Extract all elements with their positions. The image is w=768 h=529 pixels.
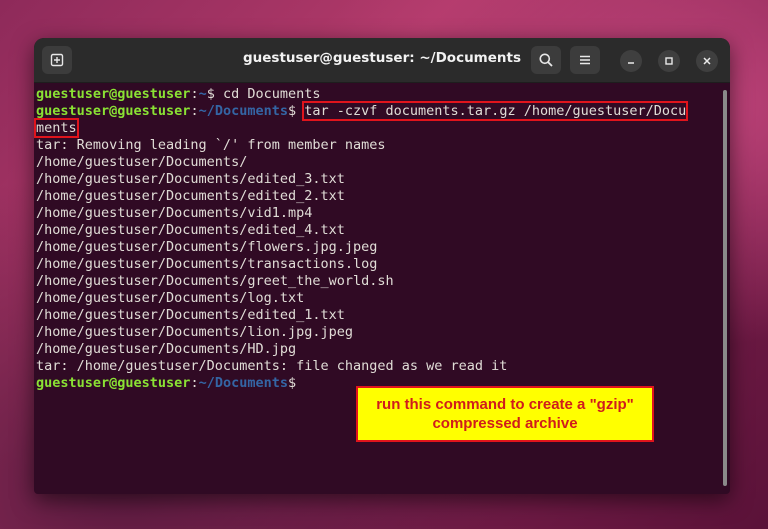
close-icon — [703, 57, 711, 65]
search-button[interactable] — [531, 46, 561, 74]
terminal-line: ments — [34, 118, 720, 138]
output-line: /home/guestuser/Documents/lion.jpg.jpeg — [36, 324, 353, 340]
hamburger-menu-icon — [580, 55, 590, 65]
output-line: /home/guestuser/Documents/edited_1.txt — [36, 307, 345, 323]
prompt-dollar: $ — [287, 103, 305, 119]
prompt-path: ~ — [198, 86, 207, 102]
maximize-icon — [665, 57, 673, 65]
prompt-user: guestuser@guestuser — [36, 375, 191, 391]
maximize-button[interactable] — [658, 50, 680, 72]
prompt-user: guestuser@guestuser — [36, 86, 191, 102]
output-line: /home/guestuser/Documents/edited_3.txt — [36, 171, 345, 187]
tar-command-highlight: tar -czvf documents.tar.gz /home/guestus… — [302, 101, 689, 121]
terminal-line: guestuser@guestuser:~$ cd Documents — [36, 86, 321, 102]
command-text: $ cd Documents — [206, 86, 321, 102]
output-line: /home/guestuser/Documents/HD.jpg — [36, 341, 297, 357]
close-button[interactable] — [696, 50, 718, 72]
output-line: tar: Removing leading `/' from member na… — [36, 137, 386, 153]
output-line: /home/guestuser/Documents/transactions.l… — [36, 256, 378, 272]
prompt-user: guestuser@guestuser — [36, 103, 191, 119]
output-line: tar: /home/guestuser/Documents: file cha… — [36, 358, 508, 374]
minimize-icon — [628, 62, 634, 64]
menu-button[interactable] — [570, 46, 600, 74]
scrollbar[interactable] — [723, 90, 727, 486]
prompt-dollar: $ — [287, 375, 297, 391]
prompt-path: ~/Documents — [198, 103, 288, 119]
annotation-callout: run this command to create a "gzip" comp… — [356, 386, 654, 442]
callout-line-2: compressed archive — [432, 415, 578, 432]
minimize-button[interactable] — [620, 50, 642, 72]
output-line: /home/guestuser/Documents/log.txt — [36, 290, 305, 306]
title-bar: guestuser@guestuser: ~/Documents — [34, 38, 730, 83]
output-line: /home/guestuser/Documents/vid1.mp4 — [36, 205, 313, 221]
output-line: /home/guestuser/Documents/greet_the_worl… — [36, 273, 394, 289]
tar-command-highlight-wrap: ments — [34, 118, 79, 138]
callout-line-1: run this command to create a "gzip" — [376, 396, 634, 413]
output-line: /home/guestuser/Documents/edited_2.txt — [36, 188, 345, 204]
output-line: /home/guestuser/Documents/edited_4.txt — [36, 222, 345, 238]
terminal-line: guestuser@guestuser:~/Documents$ tar -cz… — [36, 101, 689, 121]
search-icon — [539, 53, 553, 67]
output-line: /home/guestuser/Documents/flowers.jpg.jp… — [36, 239, 378, 255]
prompt-path: ~/Documents — [198, 375, 288, 391]
output-line: /home/guestuser/Documents/ — [36, 154, 248, 170]
